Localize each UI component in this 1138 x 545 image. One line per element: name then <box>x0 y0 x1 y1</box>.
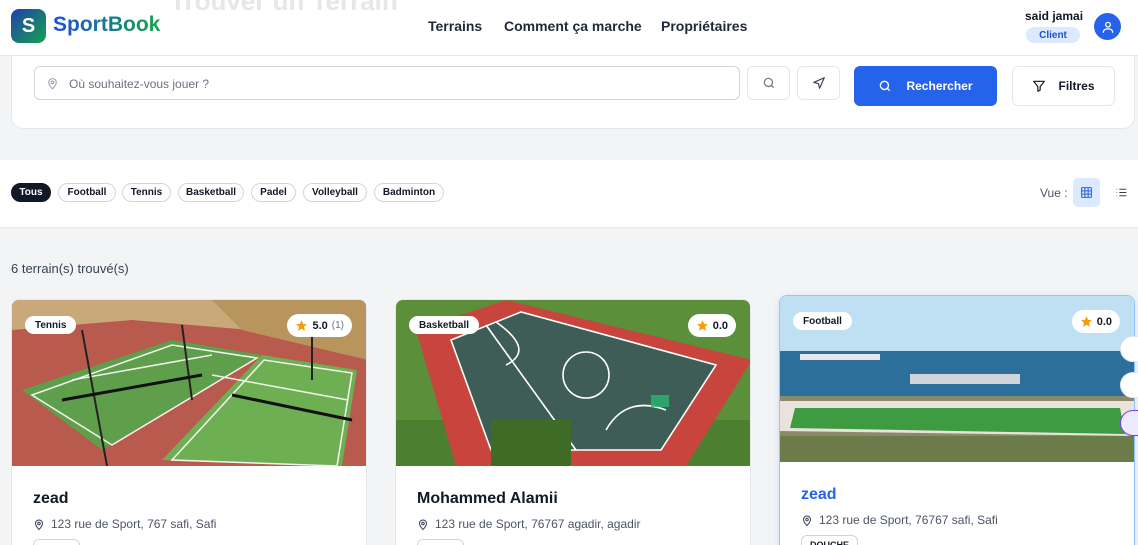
address-text: 123 rue de Sport, 767 safi, Safi <box>51 517 217 531</box>
rating-badge: 5.0 (1) <box>287 314 352 337</box>
navigation-arrow-icon <box>812 77 825 89</box>
nav-terrains[interactable]: Terrains <box>428 18 482 34</box>
star-icon <box>696 320 708 331</box>
locate-me-button[interactable] <box>797 66 840 100</box>
chip-tous[interactable]: Tous <box>11 183 51 202</box>
amenity-tag <box>417 539 464 545</box>
map-pin-icon <box>802 515 812 526</box>
grid-icon <box>1081 187 1092 198</box>
filter-icon <box>1033 80 1046 92</box>
amenity-tag: DOUCHE <box>801 535 859 545</box>
star-icon <box>1080 316 1092 327</box>
page-title-behind: Trouver un Terrain <box>170 0 398 16</box>
rating-badge: 0.0 <box>687 314 736 337</box>
location-search-input[interactable]: Où souhaitez-vous jouer ? <box>34 66 740 100</box>
amenity-tag <box>33 539 80 545</box>
search-placeholder: Où souhaitez-vous jouer ? <box>69 77 210 91</box>
chip-basketball[interactable]: Basketball <box>178 183 244 202</box>
chip-tennis[interactable]: Tennis <box>122 183 171 202</box>
terrain-card[interactable]: Football 0.0 zead 123 rue de Sport, 7676… <box>779 295 1135 545</box>
filters-button[interactable]: Filtres <box>1012 66 1115 106</box>
sport-badge: Football <box>793 312 852 330</box>
terrain-card[interactable]: Tennis 5.0 (1) zead 123 rue de Sport, 76… <box>11 299 367 545</box>
rating-badge: 0.0 <box>1071 310 1120 333</box>
sport-badge: Tennis <box>25 316 77 334</box>
results-count: 6 terrain(s) trouvé(s) <box>11 261 129 276</box>
search-icon <box>763 77 774 89</box>
chip-padel[interactable]: Padel <box>251 183 296 202</box>
grid-view-button[interactable] <box>1073 178 1100 207</box>
rating-value: 5.0 <box>312 319 328 332</box>
search-button-label: Rechercher <box>906 79 973 93</box>
search-panel: Où souhaitez-vous jouer ? Rechercher Fil… <box>11 56 1135 129</box>
terrain-title[interactable]: zead <box>801 486 837 504</box>
terrain-card[interactable]: Basketball 0.0 Mohammed Alamii 123 rue d… <box>395 299 751 545</box>
sport-filter-bar: Tous Football Tennis Basketball Padel Vo… <box>0 160 1138 228</box>
list-icon <box>1116 188 1127 197</box>
filters-button-label: Filtres <box>1058 79 1095 93</box>
map-pin-icon <box>34 519 44 530</box>
address-text: 123 rue de Sport, 76767 safi, Safi <box>819 513 998 527</box>
terrain-title[interactable]: Mohammed Alamii <box>417 490 558 508</box>
search-icon-button[interactable] <box>747 66 790 100</box>
list-view-button[interactable] <box>1108 178 1135 207</box>
user-role-badge: Client <box>1026 27 1080 43</box>
search-icon <box>880 80 891 92</box>
nav-comment-ca-marche[interactable]: Comment ça marche <box>504 18 642 34</box>
terrain-address: 123 rue de Sport, 76767 agadir, agadir <box>417 517 641 531</box>
terrain-address: 123 rue de Sport, 76767 safi, Safi <box>801 513 998 527</box>
rating-value: 0.0 <box>1096 315 1112 328</box>
top-header: Trouver un Terrain S SportBook Terrains … <box>0 0 1138 56</box>
user-name: said jamai <box>1025 9 1084 23</box>
brand-name[interactable]: SportBook <box>53 13 160 37</box>
chip-volleyball[interactable]: Volleyball <box>303 183 367 202</box>
search-button[interactable]: Rechercher <box>854 66 997 106</box>
view-label: Vue : <box>1040 186 1068 200</box>
rating-count: (1) <box>331 320 344 331</box>
chip-badminton[interactable]: Badminton <box>374 183 444 202</box>
map-pin-icon <box>418 519 428 530</box>
chip-football[interactable]: Football <box>58 183 116 202</box>
nav-proprietaires[interactable]: Propriétaires <box>661 18 747 34</box>
address-text: 123 rue de Sport, 76767 agadir, agadir <box>435 517 641 531</box>
terrain-address: 123 rue de Sport, 767 safi, Safi <box>33 517 216 531</box>
sport-badge: Basketball <box>409 316 480 334</box>
rating-value: 0.0 <box>712 319 728 332</box>
map-pin-icon <box>46 76 59 96</box>
star-icon <box>296 320 308 331</box>
user-avatar-icon[interactable] <box>1094 13 1121 40</box>
terrain-title[interactable]: zead <box>33 490 69 508</box>
logo-icon[interactable]: S <box>11 9 46 43</box>
